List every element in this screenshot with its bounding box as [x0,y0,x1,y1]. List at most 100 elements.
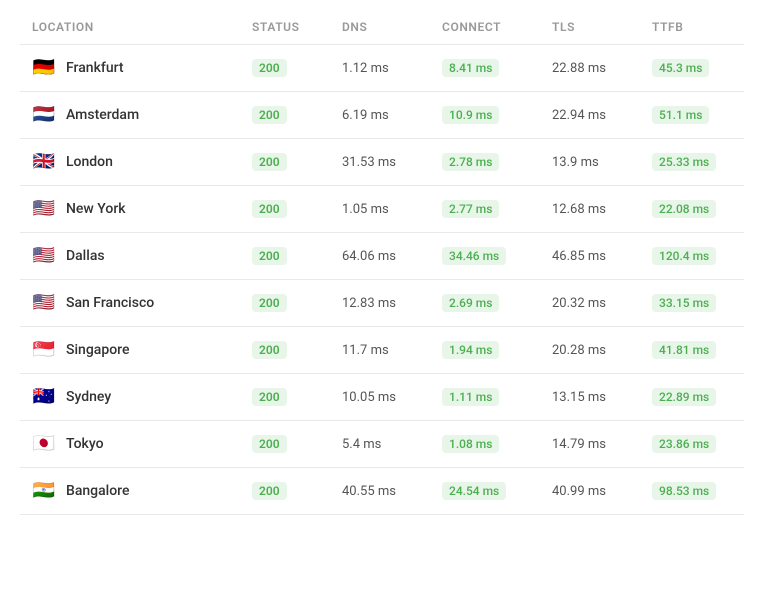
location-cell: 🇳🇱 Amsterdam [32,106,252,124]
connect-badge: 1.94 ms [442,341,499,359]
status-cell: 200 [252,59,342,77]
ttfb-cell: 33.15 ms [652,294,752,312]
flag-icon: 🇺🇸 [32,247,56,265]
dns-value: 40.55 ms [342,484,442,499]
flag-icon: 🇸🇬 [32,341,56,359]
tls-value: 13.9 ms [552,155,652,170]
connect-badge: 24.54 ms [442,482,506,500]
dns-value: 31.53 ms [342,155,442,170]
tls-value: 12.68 ms [552,202,652,217]
location-name: San Francisco [66,295,154,311]
ttfb-cell: 41.81 ms [652,341,752,359]
connect-cell: 1.94 ms [442,341,552,359]
dns-value: 64.06 ms [342,249,442,264]
location-cell: 🇩🇪 Frankfurt [32,59,252,77]
tls-value: 40.99 ms [552,484,652,499]
col-location: LOCATION [32,20,252,34]
dns-value: 12.83 ms [342,296,442,311]
ttfb-badge: 98.53 ms [652,482,716,500]
expand-button[interactable]: ⌄ [752,60,764,76]
dns-value: 11.7 ms [342,343,442,358]
expand-button[interactable]: ⌄ [752,436,764,452]
table-header: LOCATION STATUS DNS CONNECT TLS TTFB [20,10,744,45]
connect-badge: 2.69 ms [442,294,499,312]
tls-value: 22.88 ms [552,61,652,76]
status-cell: 200 [252,153,342,171]
flag-icon: 🇯🇵 [32,435,56,453]
dns-value: 1.05 ms [342,202,442,217]
expand-button[interactable]: ⌄ [752,201,764,217]
expand-button[interactable]: ⌄ [752,389,764,405]
dns-value: 6.19 ms [342,108,442,123]
expand-button[interactable]: ⌄ [752,483,764,499]
tls-value: 20.28 ms [552,343,652,358]
col-dns: DNS [342,20,442,34]
connect-cell: 2.78 ms [442,153,552,171]
connect-badge: 1.11 ms [442,388,499,406]
expand-button[interactable]: ⌄ [752,295,764,311]
ttfb-cell: 51.1 ms [652,106,752,124]
status-badge: 200 [252,106,287,124]
tls-value: 13.15 ms [552,390,652,405]
status-cell: 200 [252,435,342,453]
status-badge: 200 [252,341,287,359]
flag-icon: 🇺🇸 [32,294,56,312]
connect-badge: 2.78 ms [442,153,499,171]
ttfb-badge: 41.81 ms [652,341,716,359]
expand-button[interactable]: ⌄ [752,342,764,358]
col-expand [752,20,764,34]
location-name: Dallas [66,248,105,264]
ttfb-badge: 120.4 ms [652,247,716,265]
expand-button[interactable]: ⌄ [752,107,764,123]
ttfb-cell: 23.86 ms [652,435,752,453]
connect-badge: 10.9 ms [442,106,499,124]
ttfb-cell: 22.08 ms [652,200,752,218]
location-cell: 🇺🇸 San Francisco [32,294,252,312]
table-row[interactable]: 🇩🇪 Frankfurt 200 1.12 ms 8.41 ms 22.88 m… [20,45,744,92]
ttfb-cell: 98.53 ms [652,482,752,500]
ttfb-badge: 22.89 ms [652,388,716,406]
ttfb-badge: 45.3 ms [652,59,709,77]
table-row[interactable]: 🇺🇸 New York 200 1.05 ms 2.77 ms 12.68 ms… [20,186,744,233]
connect-badge: 2.77 ms [442,200,499,218]
status-cell: 200 [252,200,342,218]
col-status: STATUS [252,20,342,34]
location-cell: 🇸🇬 Singapore [32,341,252,359]
table-row[interactable]: 🇺🇸 San Francisco 200 12.83 ms 2.69 ms 20… [20,280,744,327]
status-badge: 200 [252,59,287,77]
table-row[interactable]: 🇬🇧 London 200 31.53 ms 2.78 ms 13.9 ms 2… [20,139,744,186]
dns-value: 5.4 ms [342,437,442,452]
connect-badge: 1.08 ms [442,435,499,453]
ttfb-badge: 25.33 ms [652,153,716,171]
col-tls: TLS [552,20,652,34]
expand-button[interactable]: ⌄ [752,248,764,264]
connect-cell: 2.69 ms [442,294,552,312]
table-row[interactable]: 🇦🇺 Sydney 200 10.05 ms 1.11 ms 13.15 ms … [20,374,744,421]
status-cell: 200 [252,341,342,359]
connect-cell: 10.9 ms [442,106,552,124]
connect-cell: 34.46 ms [442,247,552,265]
ttfb-cell: 22.89 ms [652,388,752,406]
location-name: Amsterdam [66,107,139,123]
status-badge: 200 [252,247,287,265]
table-row[interactable]: 🇳🇱 Amsterdam 200 6.19 ms 10.9 ms 22.94 m… [20,92,744,139]
connect-cell: 1.11 ms [442,388,552,406]
ttfb-cell: 25.33 ms [652,153,752,171]
ttfb-cell: 120.4 ms [652,247,752,265]
location-name: New York [66,201,126,217]
expand-button[interactable]: ⌄ [752,154,764,170]
table-row[interactable]: 🇸🇬 Singapore 200 11.7 ms 1.94 ms 20.28 m… [20,327,744,374]
table-row[interactable]: 🇺🇸 Dallas 200 64.06 ms 34.46 ms 46.85 ms… [20,233,744,280]
location-name: London [66,154,113,170]
connect-badge: 8.41 ms [442,59,499,77]
location-name: Frankfurt [66,60,124,76]
location-name: Tokyo [66,436,104,452]
location-name: Sydney [66,389,111,405]
ttfb-badge: 51.1 ms [652,106,709,124]
table-body: 🇩🇪 Frankfurt 200 1.12 ms 8.41 ms 22.88 m… [20,45,744,515]
table-row[interactable]: 🇯🇵 Tokyo 200 5.4 ms 1.08 ms 14.79 ms 23.… [20,421,744,468]
location-cell: 🇬🇧 London [32,153,252,171]
table-row[interactable]: 🇮🇳 Bangalore 200 40.55 ms 24.54 ms 40.99… [20,468,744,515]
location-cell: 🇮🇳 Bangalore [32,482,252,500]
flag-icon: 🇬🇧 [32,153,56,171]
